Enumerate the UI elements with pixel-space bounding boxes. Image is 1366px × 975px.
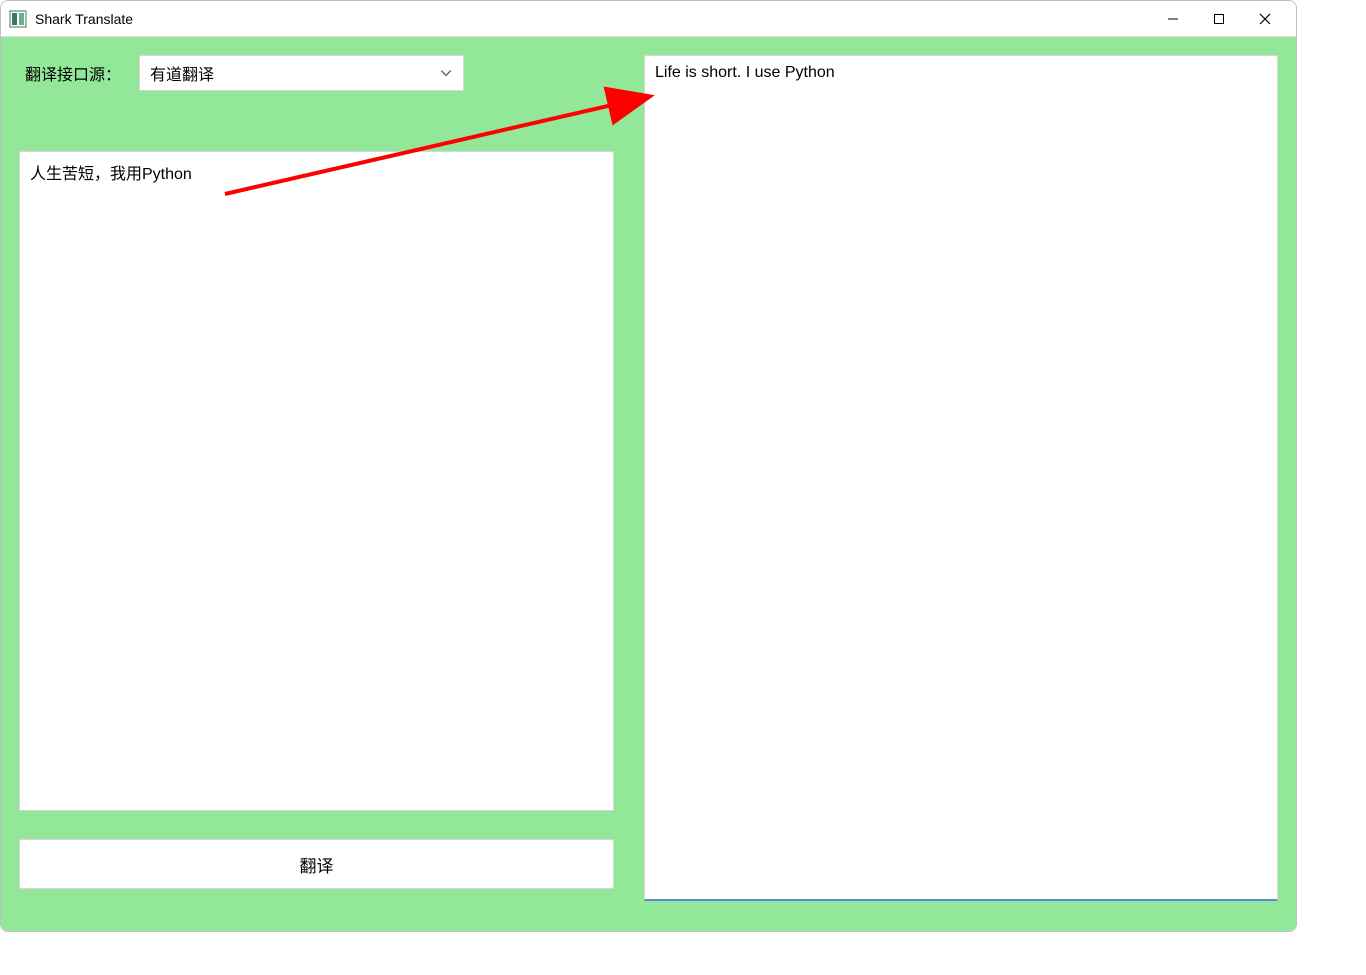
source-label: 翻译接口源： [19,61,121,85]
translate-button[interactable]: 翻译 [19,839,614,889]
right-pane [644,55,1278,913]
output-textarea[interactable] [644,55,1278,901]
input-textarea[interactable] [19,151,614,811]
close-button[interactable] [1242,3,1288,35]
left-pane: 翻译接口源： 有道翻译 翻译 [19,55,614,913]
titlebar: Shark Translate [1,1,1296,37]
source-dropdown-value: 有道翻译 [150,61,439,85]
client-area: 翻译接口源： 有道翻译 翻译 [1,37,1296,931]
translate-button-label: 翻译 [300,852,334,877]
chevron-down-icon [439,66,453,80]
source-dropdown[interactable]: 有道翻译 [139,55,464,91]
source-row: 翻译接口源： 有道翻译 [19,55,614,91]
window-title: Shark Translate [35,11,1150,27]
app-icon [9,10,27,28]
app-window: Shark Translate 翻译接口源： 有道翻译 [0,0,1297,932]
window-controls [1150,3,1288,35]
maximize-button[interactable] [1196,3,1242,35]
minimize-button[interactable] [1150,3,1196,35]
